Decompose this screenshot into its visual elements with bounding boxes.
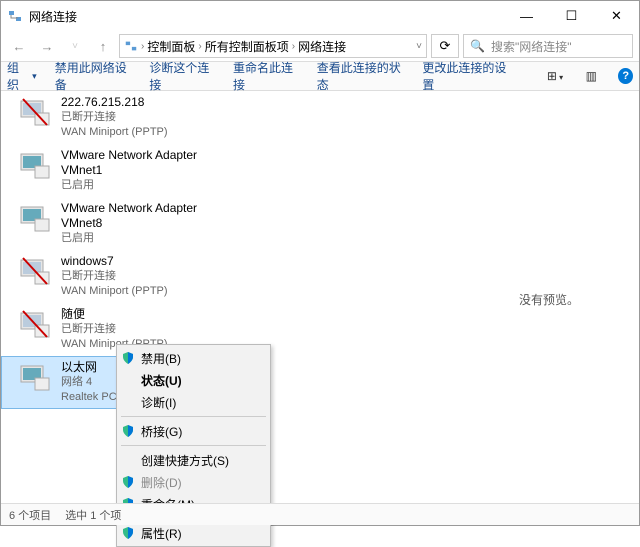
- cmd-settings[interactable]: 更改此连接的设置: [422, 59, 510, 93]
- cmd-status[interactable]: 查看此连接的状态: [317, 59, 405, 93]
- shield-icon: [121, 424, 135, 438]
- network-icon: [124, 39, 138, 53]
- organize-button[interactable]: 组织 ▾: [7, 59, 37, 93]
- window-title: 网络连接: [29, 8, 504, 25]
- item-count: 6 个项目: [9, 507, 51, 523]
- network-icon: [7, 8, 23, 24]
- ctx-diagnose[interactable]: 诊断(I): [117, 391, 270, 413]
- cmd-rename[interactable]: 重命名此连接: [233, 59, 299, 93]
- maximize-button[interactable]: ☐: [549, 1, 594, 31]
- cmd-diagnose[interactable]: 诊断这个连接: [149, 59, 215, 93]
- connection-icon: [17, 254, 53, 290]
- close-button[interactable]: ✕: [594, 1, 639, 31]
- forward-button[interactable]: →: [35, 34, 59, 58]
- shield-icon: [121, 475, 135, 489]
- separator: [121, 416, 266, 417]
- titlebar: 网络连接 — ☐ ✕: [1, 1, 639, 31]
- shield-icon: [121, 351, 135, 365]
- connection-icon: [17, 148, 53, 184]
- refresh-button[interactable]: ⟳: [431, 34, 459, 58]
- minimize-button[interactable]: —: [504, 1, 549, 31]
- ctx-bridge[interactable]: 桥接(G): [117, 420, 270, 442]
- list-item[interactable]: VMware Network Adapter VMnet8已启用: [1, 197, 221, 250]
- connection-icon: [17, 95, 53, 131]
- breadcrumb[interactable]: › 控制面板 › 所有控制面板项 › 网络连接 ˅: [119, 34, 427, 58]
- separator: [121, 445, 266, 446]
- up-button[interactable]: ↑: [91, 34, 115, 58]
- preview-text: 没有预览。: [519, 291, 579, 308]
- address-dropdown[interactable]: ˅: [416, 41, 422, 52]
- crumb-network[interactable]: 网络连接: [298, 38, 346, 55]
- list-item[interactable]: VMware Network Adapter VMnet1已启用: [1, 144, 221, 197]
- search-input[interactable]: 🔍 搜索"网络连接": [463, 34, 633, 58]
- connection-icon: [17, 307, 53, 343]
- content-area: 222.76.215.218已断开连接WAN Miniport (PPTP) V…: [1, 91, 639, 503]
- help-icon[interactable]: ?: [618, 68, 633, 84]
- recent-dropdown[interactable]: ˅: [63, 34, 87, 58]
- search-icon: 🔍: [470, 39, 485, 53]
- ctx-status[interactable]: 状态(U): [117, 369, 270, 391]
- ctx-delete[interactable]: 删除(D): [117, 471, 270, 493]
- command-bar: 组织 ▾ 禁用此网络设备 诊断这个连接 重命名此连接 查看此连接的状态 更改此连…: [1, 61, 639, 91]
- ctx-properties[interactable]: 属性(R): [117, 522, 270, 544]
- cmd-disable[interactable]: 禁用此网络设备: [55, 59, 132, 93]
- statusbar: 6 个项目 选中 1 个项: [1, 503, 639, 525]
- ctx-shortcut[interactable]: 创建快捷方式(S): [117, 449, 270, 471]
- list-item[interactable]: windows7已断开连接WAN Miniport (PPTP): [1, 250, 221, 303]
- shield-icon: [121, 526, 135, 540]
- address-bar: ← → ˅ ↑ › 控制面板 › 所有控制面板项 › 网络连接 ˅ ⟳ 🔍 搜索…: [1, 31, 639, 61]
- list-item[interactable]: 222.76.215.218已断开连接WAN Miniport (PPTP): [1, 91, 221, 144]
- search-placeholder: 搜索"网络连接": [491, 38, 572, 55]
- view-button[interactable]: ⊞ ▾: [546, 69, 564, 83]
- crumb-all-items[interactable]: 所有控制面板项: [205, 38, 289, 55]
- selected-count: 选中 1 个项: [65, 507, 121, 523]
- back-button[interactable]: ←: [7, 34, 31, 58]
- ctx-disable[interactable]: 禁用(B): [117, 347, 270, 369]
- chevron-down-icon: ▾: [32, 71, 37, 82]
- connection-icon: [17, 201, 53, 237]
- details-button[interactable]: ▥: [582, 69, 600, 83]
- crumb-control-panel[interactable]: 控制面板: [147, 38, 195, 55]
- connection-icon: [17, 360, 53, 396]
